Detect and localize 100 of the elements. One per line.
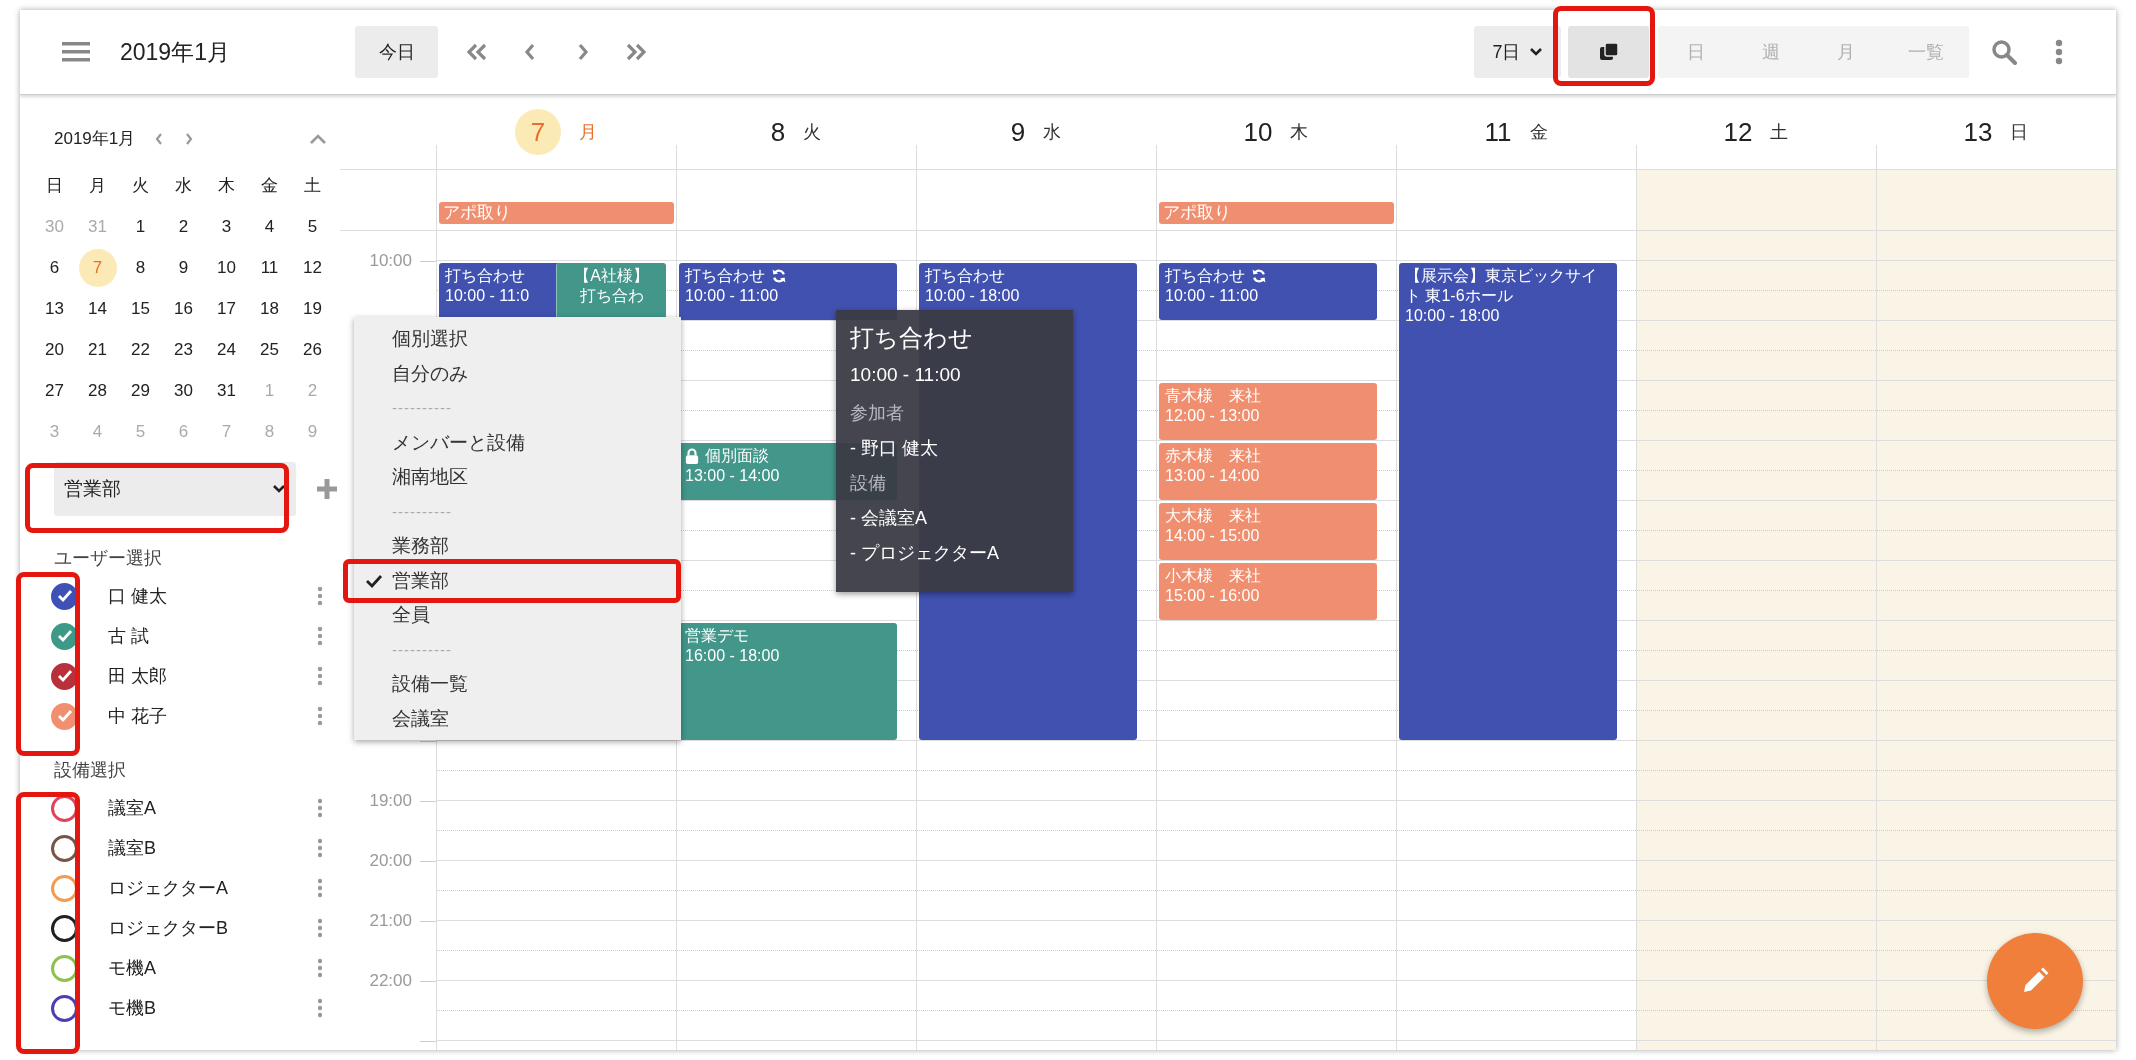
overlay-toggle-button[interactable] xyxy=(1568,26,1649,78)
calendar-day[interactable]: 20 xyxy=(35,330,74,369)
more-button[interactable] xyxy=(2054,38,2064,66)
event-title: 打ち合わせ xyxy=(925,266,1005,286)
calendar-day[interactable]: 30 xyxy=(164,371,203,410)
calendar-day[interactable]: 8 xyxy=(121,248,160,287)
event-card[interactable]: 【展示会】東京ビックサイト 東1-6ホール 10:00 - 18:00 xyxy=(1399,263,1617,740)
menu-item[interactable]: 会議室 xyxy=(392,703,459,734)
more-button[interactable] xyxy=(316,797,324,819)
calendar-day[interactable]: 19 xyxy=(293,289,332,328)
calendar-day[interactable]: 27 xyxy=(35,371,74,410)
repeat-icon xyxy=(771,268,787,284)
list-item-label[interactable]: モ機A xyxy=(108,954,156,982)
calendar-day[interactable]: 12 xyxy=(293,248,332,287)
weekday-label: 日 xyxy=(2010,120,2029,144)
more-button[interactable] xyxy=(316,877,324,899)
calendar-day[interactable]: 23 xyxy=(164,330,203,369)
check-icon xyxy=(56,709,73,723)
group-select[interactable]: 営業部 xyxy=(54,462,297,516)
checkbox[interactable] xyxy=(51,914,78,942)
event-title: 打ち合わせ xyxy=(1165,266,1245,286)
calendar-day[interactable]: 28 xyxy=(78,371,117,410)
more-button[interactable] xyxy=(316,705,324,727)
menu-item[interactable]: メンバーと設備 xyxy=(392,427,535,458)
list-item-label[interactable]: 古 試 xyxy=(108,622,149,650)
calendar-day[interactable]: 3 xyxy=(207,207,246,246)
calendar-day[interactable]: 22 xyxy=(121,330,160,369)
more-button[interactable] xyxy=(316,585,324,607)
month-title: 2019年1月 xyxy=(120,37,231,67)
calendar-day[interactable]: 14 xyxy=(78,289,117,328)
menu-item[interactable]: 湘南地区 xyxy=(392,462,478,493)
list-item-label[interactable]: モ機B xyxy=(108,994,156,1022)
search-button[interactable] xyxy=(1990,38,2018,66)
today-button[interactable]: 今日 xyxy=(355,26,438,78)
more-button[interactable] xyxy=(316,837,324,859)
menu-item[interactable]: 営業部 xyxy=(392,565,459,596)
list-item-label[interactable]: 田 太郎 xyxy=(108,662,167,690)
list-item-label[interactable]: 口 健太 xyxy=(108,582,167,610)
event-time: 16:00 - 18:00 xyxy=(685,647,780,664)
weekday-label: 火 xyxy=(132,174,149,197)
checkbox[interactable] xyxy=(51,994,78,1022)
calendar-day[interactable]: 31 xyxy=(207,371,246,410)
list-item-label[interactable]: ロジェクターB xyxy=(108,914,228,942)
event-title: 打ち合わせ xyxy=(445,266,525,286)
calendar-day[interactable]: 24 xyxy=(207,330,246,369)
plus-icon xyxy=(315,477,340,501)
more-button[interactable] xyxy=(316,917,324,939)
more-icon xyxy=(317,878,323,898)
menu-item[interactable]: 全員 xyxy=(392,600,440,631)
menu-item[interactable]: 設備一覧 xyxy=(392,669,478,700)
more-button[interactable] xyxy=(316,625,324,647)
calendar-day[interactable]: 16 xyxy=(164,289,203,328)
event-card[interactable]: 【A社様】 打ち合わ xyxy=(556,263,666,320)
calendar-day[interactable]: 5 xyxy=(293,207,332,246)
calendar-day[interactable]: 15 xyxy=(121,289,160,328)
weekday-label: 木 xyxy=(218,174,235,197)
calendar-day[interactable]: 29 xyxy=(121,371,160,410)
calendar-day[interactable]: 21 xyxy=(78,330,117,369)
calendar-day[interactable]: 17 xyxy=(207,289,246,328)
checkbox[interactable] xyxy=(51,794,78,822)
calendar-day[interactable]: 2 xyxy=(164,207,203,246)
weekday-label: 土 xyxy=(304,174,321,197)
event-time: 13:00 - 14:00 xyxy=(1165,467,1260,484)
calendar-day[interactable]: 11 xyxy=(250,248,289,287)
list-item-label[interactable]: 議室A xyxy=(108,794,156,822)
menu-item[interactable]: 個別選択 xyxy=(392,324,478,355)
list-item-label[interactable]: 中 花子 xyxy=(108,702,167,730)
stacked-squares-icon xyxy=(1598,42,1619,62)
calendar-day[interactable]: 10 xyxy=(207,248,246,287)
weekday-label: 水 xyxy=(175,174,192,197)
checkbox[interactable] xyxy=(51,954,78,982)
event-card[interactable]: 打ち合わせ 10:00 - 11:00 xyxy=(1159,263,1377,320)
section-title: ユーザー選択 xyxy=(53,546,163,570)
event-card[interactable]: 営業デモ 16:00 - 18:00 xyxy=(679,623,897,740)
list-item-label[interactable]: 議室B xyxy=(108,834,156,862)
calendar-day[interactable]: 18 xyxy=(250,289,289,328)
menu-item[interactable]: 業務部 xyxy=(392,531,459,562)
more-button[interactable] xyxy=(316,997,324,1019)
calendar-day[interactable]: 26 xyxy=(293,330,332,369)
weekday-label: 土 xyxy=(1770,120,1789,144)
calendar-day[interactable]: 13 xyxy=(35,289,74,328)
event-time: 12:00 - 13:00 xyxy=(1165,407,1260,424)
chevron-right-icon xyxy=(577,43,589,61)
menu-button[interactable] xyxy=(62,41,90,63)
list-item-label[interactable]: ロジェクターA xyxy=(108,874,228,902)
more-button[interactable] xyxy=(316,957,324,979)
view-dropdown[interactable]: 7日 xyxy=(1474,26,1561,78)
lock-icon xyxy=(685,448,699,464)
calendar-day[interactable]: 1 xyxy=(121,207,160,246)
menu-item[interactable]: 自分のみ xyxy=(392,358,478,389)
calendar-day[interactable]: 25 xyxy=(250,330,289,369)
calendar-day[interactable]: 4 xyxy=(250,207,289,246)
calendar-day[interactable]: 9 xyxy=(164,248,203,287)
event-card[interactable]: 打ち合わせ 10:00 - 11:00 xyxy=(679,263,897,320)
add-button[interactable] xyxy=(314,476,340,502)
calendar-day[interactable]: 6 xyxy=(35,248,74,287)
more-icon xyxy=(317,626,323,646)
more-button[interactable] xyxy=(316,665,324,687)
checkbox[interactable] xyxy=(51,874,78,902)
checkbox[interactable] xyxy=(51,834,78,862)
